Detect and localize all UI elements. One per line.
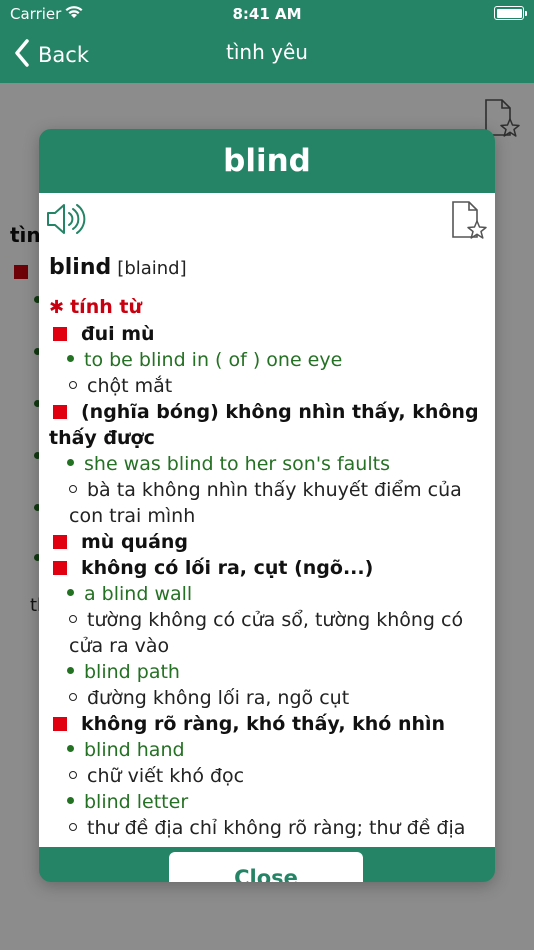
definition: mù quáng xyxy=(49,529,489,555)
headword: blind xyxy=(49,255,112,280)
translation: chột mắt xyxy=(49,373,489,399)
part-of-speech-label: tính từ xyxy=(70,296,142,318)
definition: (nghĩa bóng) không nhìn thấy, không thấy… xyxy=(49,399,489,451)
definition-text: mù quáng xyxy=(81,531,189,553)
definition-text: không có lối ra, cụt (ngõ...) xyxy=(81,557,374,579)
definition-text: không rõ ràng, khó thấy, khó nhìn xyxy=(81,713,446,735)
navigation-bar: Carrier 8:41 AM Back tình yêu xyxy=(0,0,534,83)
bullet-icon xyxy=(67,459,74,466)
circle-bullet-icon xyxy=(69,381,77,389)
close-button[interactable]: Close xyxy=(169,852,363,882)
example: to be blind in ( of ) one eye xyxy=(49,347,489,373)
example: blind hand xyxy=(49,737,489,763)
page-title: tình yêu xyxy=(226,40,308,64)
example-text: to be blind in ( of ) one eye xyxy=(84,349,343,371)
example: blind letter xyxy=(49,789,489,815)
entry-text: blind [blaind] ✱ tính từ đui mù to be bli… xyxy=(49,255,489,841)
definition: đui mù xyxy=(49,321,489,347)
translation-text: tường không có cửa sổ, tường không có cử… xyxy=(69,609,464,657)
translation: đường không lối ra, ngõ cụt xyxy=(49,685,489,711)
translation-text: chữ viết khó đọc xyxy=(87,765,245,787)
battery-icon xyxy=(494,6,527,20)
circle-bullet-icon xyxy=(69,771,77,779)
pronunciation: [blaind] xyxy=(117,258,187,279)
example: a blind wall xyxy=(49,581,489,607)
speaker-icon[interactable] xyxy=(45,201,87,241)
translation-text: bà ta không nhìn thấy khuyết điểm của co… xyxy=(69,479,462,527)
example-text: blind path xyxy=(84,661,180,683)
translation: bà ta không nhìn thấy khuyết điểm của co… xyxy=(49,477,489,529)
bullet-icon xyxy=(67,745,74,752)
circle-bullet-icon xyxy=(69,615,77,623)
definition-content[interactable]: blind [blaind] ✱ tính từ đui mù to be bli… xyxy=(39,193,495,847)
definition-text: đui mù xyxy=(81,323,155,345)
circle-bullet-icon xyxy=(69,485,77,493)
definition: không rõ ràng, khó thấy, khó nhìn xyxy=(49,711,489,737)
example-text: blind letter xyxy=(84,791,189,813)
translation: tường không có cửa sổ, tường không có cử… xyxy=(49,607,489,659)
bullet-icon xyxy=(67,667,74,674)
definition-modal: blind blind [blaind] ✱ tính từ đui mù to… xyxy=(39,129,495,882)
headword-line: blind [blaind] xyxy=(49,255,489,282)
translation-text: thư đề địa chỉ không rõ ràng; thư đề địa xyxy=(87,817,466,839)
example: blind path xyxy=(49,659,489,685)
definition: không có lối ra, cụt (ngõ...) xyxy=(49,555,489,581)
square-marker-icon xyxy=(53,535,67,549)
bookmark-star-icon[interactable] xyxy=(449,199,487,245)
status-bar: Carrier 8:41 AM xyxy=(0,0,534,28)
part-of-speech: ✱ tính từ xyxy=(49,294,489,321)
translation-text: đường không lối ra, ngõ cụt xyxy=(87,687,350,709)
bullet-icon xyxy=(67,355,74,362)
translation-text: chột mắt xyxy=(87,375,173,397)
example: she was blind to her son's faults xyxy=(49,451,489,477)
definition-text: (nghĩa bóng) không nhìn thấy, không thấy… xyxy=(49,401,479,449)
example-text: blind hand xyxy=(84,739,185,761)
translation: thư đề địa chỉ không rõ ràng; thư đề địa xyxy=(49,815,489,841)
square-marker-icon xyxy=(53,717,67,731)
square-marker-icon xyxy=(53,327,67,341)
square-marker-icon xyxy=(53,405,67,419)
modal-title: blind xyxy=(223,143,311,179)
example-text: a blind wall xyxy=(84,583,193,605)
status-time: 8:41 AM xyxy=(232,5,302,23)
asterisk-icon: ✱ xyxy=(49,297,65,318)
circle-bullet-icon xyxy=(69,823,77,831)
square-marker-icon xyxy=(53,561,67,575)
example-text: she was blind to her son's faults xyxy=(84,453,390,475)
translation: chữ viết khó đọc xyxy=(49,763,489,789)
bullet-icon xyxy=(67,589,74,596)
bullet-icon xyxy=(67,797,74,804)
circle-bullet-icon xyxy=(69,693,77,701)
